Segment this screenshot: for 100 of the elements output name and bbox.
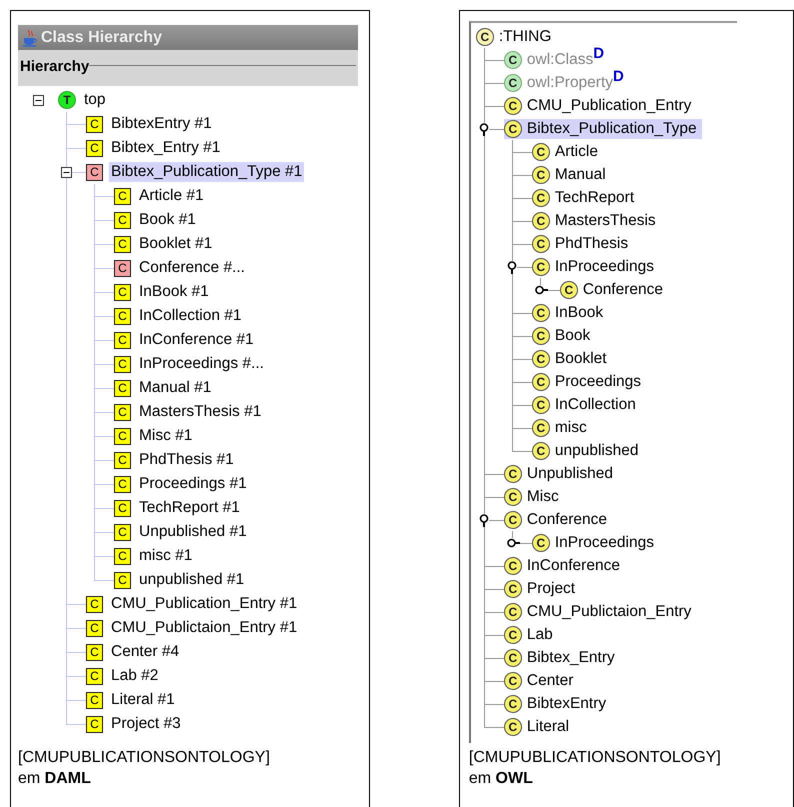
class-icon: C xyxy=(114,452,131,468)
class-icon: C xyxy=(532,258,550,276)
tree-item[interactable]: C BibtexEntry xyxy=(504,694,612,714)
tree-handle-icon[interactable] xyxy=(534,285,548,295)
tree-item[interactable]: C Bibtex_Entry xyxy=(504,648,620,668)
tree-item[interactable]: C Project xyxy=(504,578,580,598)
tree-item[interactable]: C Article #1 xyxy=(114,186,209,206)
class-icon: C xyxy=(532,326,550,344)
tree-item[interactable]: C TechReport xyxy=(532,188,640,208)
tree-item[interactable]: C Center xyxy=(504,670,578,690)
class-icon: C xyxy=(532,166,550,184)
tree-item[interactable]: C CMU_Publictaion_Entry xyxy=(504,602,696,622)
class-icon: C xyxy=(114,308,131,324)
tree-item[interactable]: C Bibtex_Entry #1 xyxy=(86,138,226,158)
tree-item[interactable]: C MastersThesis xyxy=(532,210,661,230)
tree-item[interactable]: C InProceedings #... xyxy=(114,354,269,374)
tree-item[interactable]: C :THING xyxy=(476,26,556,46)
tree-handle-icon[interactable] xyxy=(506,538,520,548)
tree-item[interactable]: C Manual #1 xyxy=(114,378,216,398)
tree-item[interactable]: C Booklet #1 xyxy=(114,234,218,254)
tree-item[interactable]: C BibtexEntry #1 xyxy=(86,114,217,134)
class-icon: C xyxy=(532,442,550,460)
class-icon: C xyxy=(504,602,522,620)
tree-item[interactable]: C PhdThesis #1 xyxy=(114,450,239,470)
tree-item[interactable]: C Unpublished #1 xyxy=(114,522,252,542)
collapse-icon[interactable] xyxy=(61,167,72,178)
tree-item[interactable]: C Misc xyxy=(504,486,564,506)
tree-item[interactable]: C InBook xyxy=(532,302,608,322)
class-icon: C xyxy=(504,120,522,138)
class-icon: C xyxy=(114,404,131,420)
tree-item[interactable]: C Proceedings xyxy=(532,372,646,392)
tree-item[interactable]: C Article xyxy=(532,142,603,162)
tree-handle-icon[interactable] xyxy=(506,261,517,274)
class-icon: C xyxy=(86,116,103,132)
tree-item[interactable]: C Center #4 xyxy=(86,642,184,662)
coffee-cup-icon xyxy=(22,28,38,46)
tree-item[interactable]: C misc xyxy=(532,418,592,438)
tree-item[interactable]: C Lab xyxy=(504,624,558,644)
tree-item[interactable]: C Project #3 xyxy=(86,714,186,734)
class-icon: C xyxy=(114,500,131,516)
class-icon: C xyxy=(504,580,522,598)
class-icon: C xyxy=(114,428,131,444)
class-icon: C xyxy=(86,692,103,708)
class-icon: C xyxy=(504,648,522,666)
caption-text: em DAML xyxy=(18,769,92,789)
tree-item[interactable]: C TechReport #1 xyxy=(114,498,245,518)
caption-text: [CMUPUBLICATIONSONTOLOGY] xyxy=(468,748,722,768)
tree-item[interactable]: C Conference xyxy=(560,280,668,300)
tree-item[interactable]: C Book xyxy=(532,326,596,346)
class-icon: C xyxy=(504,50,522,68)
tree-item[interactable]: C CMU_Publication_Entry #1 xyxy=(86,594,302,614)
class-icon: C xyxy=(86,596,103,612)
tree-item[interactable]: C Literal xyxy=(504,716,574,736)
tree-item[interactable]: C InProceedings xyxy=(532,256,659,276)
class-icon: C xyxy=(504,672,522,690)
class-icon: C xyxy=(504,556,522,574)
class-icon: C xyxy=(114,188,131,204)
tree-item[interactable]: C Book #1 xyxy=(114,210,201,230)
tree-item[interactable]: C PhdThesis xyxy=(532,234,634,254)
tree-item[interactable]: C InConference xyxy=(504,556,625,576)
tree-item[interactable]: C Literal #1 xyxy=(86,690,180,710)
class-icon: C xyxy=(532,304,550,322)
tree-item[interactable]: C Conference #... xyxy=(114,258,250,278)
class-icon: C xyxy=(504,718,522,736)
class-icon: C xyxy=(504,488,522,506)
tree-item[interactable]: C Booklet xyxy=(532,348,612,368)
class-icon: C xyxy=(504,510,522,528)
tree-item[interactable]: C Misc #1 xyxy=(114,426,198,446)
tree-item[interactable]: C CMU_Publication_Entry xyxy=(504,96,696,116)
class-icon: C xyxy=(532,372,550,390)
tree-item[interactable]: C InConference #1 xyxy=(114,330,259,350)
tree-item[interactable]: C unpublished xyxy=(532,440,644,460)
class-icon: C xyxy=(532,418,550,436)
tree-item[interactable]: C Bibtex_Publication_Type xyxy=(504,118,702,138)
tree-item[interactable]: C InCollection xyxy=(532,394,641,414)
tree-item[interactable]: C misc #1 xyxy=(114,546,198,566)
tree-item[interactable]: C Manual xyxy=(532,164,611,184)
tree-item[interactable]: C Conference xyxy=(504,510,612,530)
collapse-icon[interactable] xyxy=(33,95,44,106)
class-icon: C xyxy=(504,74,522,92)
tree-item[interactable]: C Unpublished xyxy=(504,464,618,484)
class-icon: C xyxy=(86,140,103,156)
tree-handle-icon[interactable] xyxy=(478,514,489,527)
panel-label: Hierarchy xyxy=(20,57,90,77)
tree-item[interactable]: T top xyxy=(58,90,111,110)
tree-item[interactable]: C InCollection #1 xyxy=(114,306,247,326)
tree-item[interactable]: C InProceedings xyxy=(532,532,659,552)
tree-item[interactable]: C MastersThesis #1 xyxy=(114,402,266,422)
class-icon: C xyxy=(532,234,550,252)
class-icon: C xyxy=(532,212,550,230)
class-icon: C xyxy=(114,212,131,228)
tree-item[interactable]: C InBook #1 xyxy=(114,282,214,302)
class-icon: C xyxy=(532,188,550,206)
tree-handle-icon[interactable] xyxy=(478,123,489,136)
class-icon: C xyxy=(504,464,522,482)
tree-item[interactable]: C Proceedings #1 xyxy=(114,474,252,494)
tree-item[interactable]: C unpublished #1 xyxy=(114,570,250,590)
tree-item[interactable]: C Lab #2 xyxy=(86,666,164,686)
class-icon: C xyxy=(114,284,131,300)
tree-item[interactable]: C CMU_Publictaion_Entry #1 xyxy=(86,618,302,638)
